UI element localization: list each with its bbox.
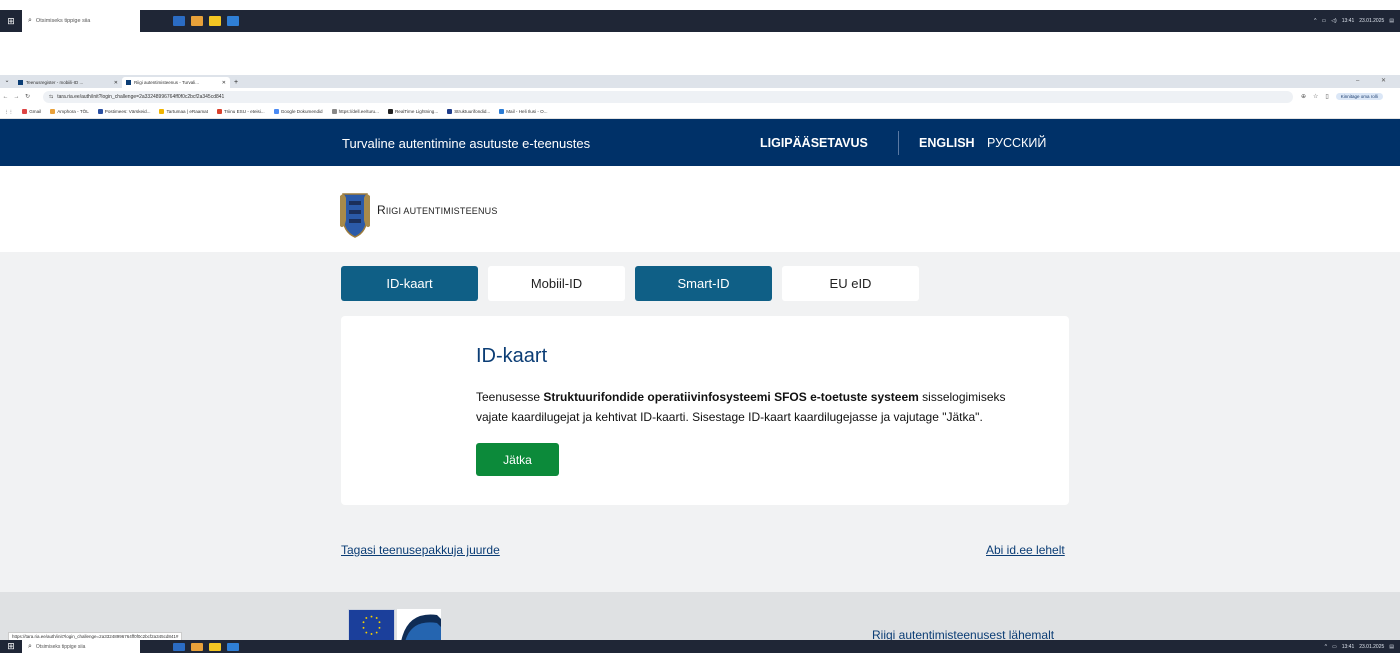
tab-title: Teenusregister - mobiili-ID ...: [26, 80, 84, 85]
url-text: tara.ria.ee/auth/init?login_challenge=2a…: [57, 93, 225, 100]
browser-address-bar: ← → ↻ ⇆ tara.ria.ee/auth/init?login_chal…: [0, 88, 1400, 105]
tab-search-icon[interactable]: ⌄: [0, 75, 14, 88]
window-controls[interactable]: – ✕: [1356, 75, 1396, 88]
bookmark-item[interactable]: Amphora - TÖL: [50, 109, 89, 114]
eu-flag-logo: [348, 609, 395, 640]
bookmark-item[interactable]: Mail - Heli Ilusi - O...: [499, 109, 548, 114]
forward-arrow-icon[interactable]: →: [11, 94, 22, 100]
tab-eu-eid[interactable]: EU eID: [782, 266, 919, 301]
estonian-coat-of-arms-logo: [340, 193, 370, 238]
windows-start-icon[interactable]: ⊞: [0, 640, 22, 653]
taskbar-search-placeholder: Otsimiseks tippige siia: [35, 643, 86, 650]
browser-tab-2[interactable]: Riigi autentimisteenus - Turvali... ✕: [122, 77, 230, 88]
browser-tab-strip: ⌄ Teenusregister - mobiili-ID ... ✕ Riig…: [0, 75, 1400, 88]
web-page: Turvaline autentimine asutuste e-teenust…: [0, 119, 1400, 640]
tab-mobiil-id[interactable]: Mobiil-ID: [488, 266, 625, 301]
chrome-icon[interactable]: [191, 16, 203, 26]
url-field[interactable]: ⇆ tara.ria.ee/auth/init?login_challenge=…: [43, 90, 1293, 103]
accessibility-link[interactable]: LIGIPÄÄSETAVUS: [760, 136, 868, 150]
windows-start-icon[interactable]: ⊞: [0, 10, 22, 32]
tray-chevron-icon[interactable]: ^: [1314, 18, 1316, 24]
word-icon[interactable]: [227, 642, 239, 651]
language-russian-link[interactable]: РУССКИЙ: [987, 136, 1046, 150]
auth-method-card: ID-kaart Teenusesse Struktuurifondide op…: [341, 316, 1069, 505]
system-tray: ^ ▭ ◁) 13:41 23.01.2025 ▤: [1309, 10, 1394, 32]
site-info-icon[interactable]: ⇆: [49, 94, 53, 100]
outlook-icon[interactable]: [173, 16, 185, 26]
browser-tab-1[interactable]: Teenusregister - mobiili-ID ... ✕: [14, 77, 122, 88]
new-tab-icon[interactable]: +: [230, 77, 242, 88]
system-tray: ^ ▭ 13:41 23.01.2025 ▤: [1320, 640, 1394, 653]
tray-volume-icon[interactable]: ◁): [1331, 18, 1337, 24]
back-arrow-icon[interactable]: ←: [0, 94, 11, 100]
bookmark-item[interactable]: RealTime Lightning...: [387, 109, 438, 114]
outlook-icon[interactable]: [173, 642, 185, 651]
tab-title: Riigi autentimisteenus - Turvali...: [134, 80, 200, 85]
taskbar-search-box[interactable]: ⌕ Otsimiseks tippige siia: [22, 640, 140, 653]
top-navigation: Turvaline autentimine asutuste e-teenust…: [0, 119, 1400, 166]
tray-time[interactable]: 13:41: [1342, 18, 1355, 24]
search-icon: ⌕: [28, 642, 32, 650]
word-icon[interactable]: [227, 16, 239, 26]
address-bar-actions: ⊕ ☆ ▯ Kinnitage oma rolli: [1301, 93, 1390, 100]
reload-icon[interactable]: ↻: [22, 93, 33, 100]
tray-time[interactable]: 13:41: [1342, 644, 1355, 650]
page-footer: Riigi autentimisteenusest lähemalt: [0, 592, 1400, 640]
notification-icon[interactable]: ▤: [1389, 644, 1394, 650]
apps-grid-icon[interactable]: ⋮⋮: [4, 109, 13, 115]
tab-close-icon[interactable]: ✕: [222, 80, 226, 86]
help-link[interactable]: Abi id.ee lehelt: [986, 543, 1065, 557]
tab-smart-id[interactable]: Smart-ID: [635, 266, 772, 301]
brand-name: RIIGI AUTENTIMISTEENUS: [377, 203, 498, 217]
back-to-service-link[interactable]: Tagasi teenusepakkuja juurde: [341, 543, 500, 557]
taskbar-apps: [170, 640, 242, 653]
tray-date[interactable]: 23.01.2025: [1359, 18, 1384, 24]
profile-button[interactable]: Kinnitage oma rolli: [1335, 93, 1383, 100]
nav-divider: [898, 131, 899, 155]
bookmark-item[interactable]: Google Dokumendid: [273, 109, 323, 114]
tray-network-icon[interactable]: ▭: [1332, 644, 1337, 650]
file-explorer-icon[interactable]: [209, 642, 221, 651]
bookmark-item[interactable]: Triinu ESU - eteisi...: [217, 109, 265, 114]
tab-close-icon[interactable]: ✕: [114, 80, 118, 86]
language-english-link[interactable]: ENGLISH: [919, 136, 975, 150]
tab-id-kaart[interactable]: ID-kaart: [341, 266, 478, 301]
tab-favicon-icon: [18, 80, 23, 85]
search-icon: ⌕: [28, 17, 32, 24]
bookmark-item[interactable]: Tartumaa | eRaamat: [159, 109, 208, 114]
service-name: Struktuurifondide operatiivinfosysteemi …: [543, 390, 919, 404]
taskbar-apps: [170, 10, 242, 32]
tab-favicon-icon: [126, 80, 131, 85]
estonian-flag-logo: [397, 609, 441, 640]
taskbar-search-box[interactable]: ⌕ Otsimiseks tippige siia: [22, 10, 140, 32]
windows-taskbar-top: ⊞ ⌕ Otsimiseks tippige siia ^ ▭ ◁) 13:41…: [0, 10, 1400, 32]
zoom-icon[interactable]: ⊕: [1301, 93, 1306, 100]
bookmark-item[interactable]: Struktuurifondid...: [447, 109, 490, 114]
bookmark-item[interactable]: Gmail: [22, 109, 41, 114]
bookmark-star-icon[interactable]: ☆: [1313, 93, 1318, 100]
card-description: Teenusesse Struktuurifondide operatiivin…: [476, 390, 1006, 424]
bookmark-item[interactable]: https://dell.ee/turu...: [331, 109, 379, 114]
windows-taskbar-bottom: ⊞ ⌕ Otsimiseks tippige siia ^ ▭ 13:41 23…: [0, 640, 1400, 653]
chrome-icon[interactable]: [191, 642, 203, 651]
extensions-icon[interactable]: ▯: [1325, 93, 1328, 100]
bookmarks-bar: ⋮⋮ Gmail Amphora - TÖL Postimees: Värske…: [0, 105, 1400, 119]
taskbar-search-placeholder: Otsimiseks tippige siia: [35, 18, 91, 24]
brand-bar: RIIGI AUTENTIMISTEENUS: [0, 166, 1400, 252]
page-tagline: Turvaline autentimine asutuste e-teenust…: [342, 136, 591, 151]
notification-icon[interactable]: ▤: [1389, 18, 1394, 24]
tray-chevron-icon[interactable]: ^: [1325, 644, 1327, 650]
about-service-link[interactable]: Riigi autentimisteenusest lähemalt: [872, 628, 1054, 640]
tray-network-icon[interactable]: ▭: [1321, 18, 1326, 24]
tray-date[interactable]: 23.01.2025: [1359, 644, 1384, 650]
auth-method-tabs: ID-kaart Mobiil-ID Smart-ID EU eID: [341, 266, 929, 301]
card-title: ID-kaart: [476, 345, 548, 367]
continue-button[interactable]: Jätka: [476, 443, 559, 476]
file-explorer-icon[interactable]: [209, 16, 221, 26]
bookmark-item[interactable]: Postimees: Värskeid...: [97, 109, 150, 114]
